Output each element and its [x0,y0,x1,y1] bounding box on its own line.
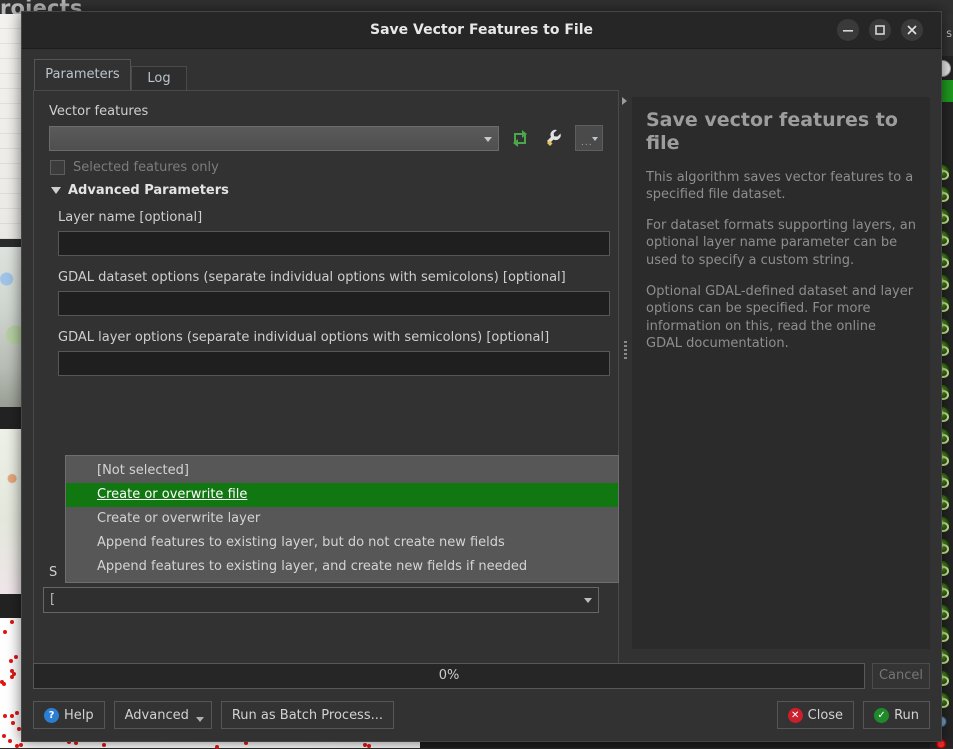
action-on-existing-file-label: S [49,565,57,580]
selected-features-only-checkbox[interactable] [50,160,65,175]
panel-divider-1 [0,407,22,429]
action-on-existing-file-value: [ [50,592,55,607]
dropdown-item-append-create-new-fields[interactable]: Append features to existing layer, and c… [66,555,618,579]
map-point-marker [9,659,13,663]
triangle-down-icon [51,187,61,194]
gdal-layer-options-input[interactable] [58,351,610,376]
map-point-marker [3,714,7,718]
map-point-marker [102,743,106,747]
vector-features-combo[interactable] [49,126,499,151]
dropdown-item-create-or-overwrite-file[interactable]: Create or overwrite file [66,483,618,507]
dialog-buttons-row: ? Help Advanced Run as Batch Process... … [33,701,930,729]
close-button[interactable]: ✕ Close [777,701,854,729]
map-point-marker [11,721,15,725]
splitter-arrow-icon [622,97,627,105]
chevron-down-icon [592,137,598,141]
advanced-parameters-header[interactable]: Advanced Parameters [51,183,603,198]
action-on-existing-file-combo[interactable]: [ [43,587,599,613]
run-as-batch-process-button[interactable]: Run as Batch Process... [221,701,394,729]
run-as-batch-process-label: Run as Batch Process... [232,708,383,723]
check-icon: ✓ [874,708,889,723]
run-button[interactable]: ✓ Run [863,701,930,729]
tab-log[interactable]: Log [131,66,187,90]
dropdown-item-create-or-overwrite-layer[interactable]: Create or overwrite layer [66,507,618,531]
layers-panel-sliver [0,14,22,239]
vector-features-row: ... [49,125,603,151]
map-point-marker [10,620,14,624]
help-paragraph: Optional GDAL-defined dataset and layer … [646,283,916,352]
map-point-marker [15,711,19,715]
splitter-grip[interactable] [624,341,627,361]
close-button-label: Close [808,708,843,723]
map-point-marker [12,672,16,676]
map-point-marker [14,655,18,659]
map-point-marker [19,743,23,747]
help-icon: ? [44,708,59,723]
map-point-marker [3,630,7,634]
selected-features-only-row[interactable]: Selected features only [50,160,603,175]
advanced-parameters-label: Advanced Parameters [68,183,229,198]
map-point-marker [2,734,6,738]
map-point-marker [367,744,371,748]
cancel-button[interactable]: Cancel [872,663,930,689]
map-canvas-sliver-middle [0,429,22,594]
map-point-marker [15,744,19,748]
dialog-bottom-bar: 0% Cancel ? Help Advanced Run as Batch P… [22,663,941,741]
map-canvas-sliver-top [0,247,22,407]
map-point-marker [10,669,14,673]
help-button[interactable]: ? Help [33,701,105,729]
dialog-content: Parameters Log Vector features [22,49,941,663]
help-paragraph: This algorithm saves vector features to … [646,169,916,204]
pane-splitter[interactable] [619,49,632,663]
help-title: Save vector features to file [646,109,916,155]
refresh-iterate-icon[interactable] [507,126,533,151]
close-x-icon: ✕ [788,708,803,723]
dialog-title: Save Vector Features to File [22,12,941,48]
dialog-tabstrip: Parameters Log [34,59,619,90]
dialog-titlebar: Save Vector Features to File [22,12,941,49]
map-point-marker [2,682,6,686]
progress-row: 0% Cancel [33,663,930,689]
map-point-markers-left [0,618,22,748]
tab-parameters[interactable]: Parameters [34,59,131,90]
chevron-down-icon [484,137,492,142]
panel-divider-2 [0,594,22,618]
progress-bar: 0% [33,663,865,689]
close-icon[interactable] [901,19,923,41]
help-paragraph: For dataset formats supporting layers, a… [646,217,916,269]
gdal-layer-options-label: GDAL layer options (separate individual … [58,330,603,345]
ellipsis-icon: ... [581,138,593,148]
advanced-options-button[interactable]: ... [575,125,603,151]
save-vector-features-dialog: Save Vector Features to File Parameters … [21,11,942,742]
action-on-existing-file-dropdown[interactable]: [Not selected] Create or overwrite file … [65,455,619,583]
layer-name-input[interactable] [58,231,610,256]
gdal-dataset-options-label: GDAL dataset options (separate individua… [58,270,603,285]
dialog-body: Parameters Log Vector features [22,49,941,741]
dropdown-item-not-selected[interactable]: [Not selected] [66,459,618,483]
minimize-icon[interactable] [837,19,859,41]
progress-percent-label: 0% [34,664,864,688]
run-button-label: Run [894,708,919,723]
chevron-down-icon [584,598,592,603]
layer-name-label: Layer name [optional] [58,210,603,225]
gdal-dataset-options-input[interactable] [58,291,610,316]
chevron-down-icon [196,717,204,722]
algorithm-help-pane: Save vector features to file This algori… [632,97,930,649]
map-point-marker [8,739,12,743]
map-point-marker [10,714,14,718]
wrench-icon[interactable] [541,126,567,151]
right-toolbar-label: S [946,30,952,40]
maximize-icon[interactable] [869,19,891,41]
advanced-button-label: Advanced [125,708,189,723]
selected-features-only-label: Selected features only [73,160,219,175]
help-button-label: Help [64,708,94,723]
vector-features-label: Vector features [49,104,603,119]
app-left-panels-strip [0,14,22,748]
advanced-button[interactable]: Advanced [114,701,212,729]
dropdown-item-append-no-new-fields[interactable]: Append features to existing layer, but d… [66,531,618,555]
